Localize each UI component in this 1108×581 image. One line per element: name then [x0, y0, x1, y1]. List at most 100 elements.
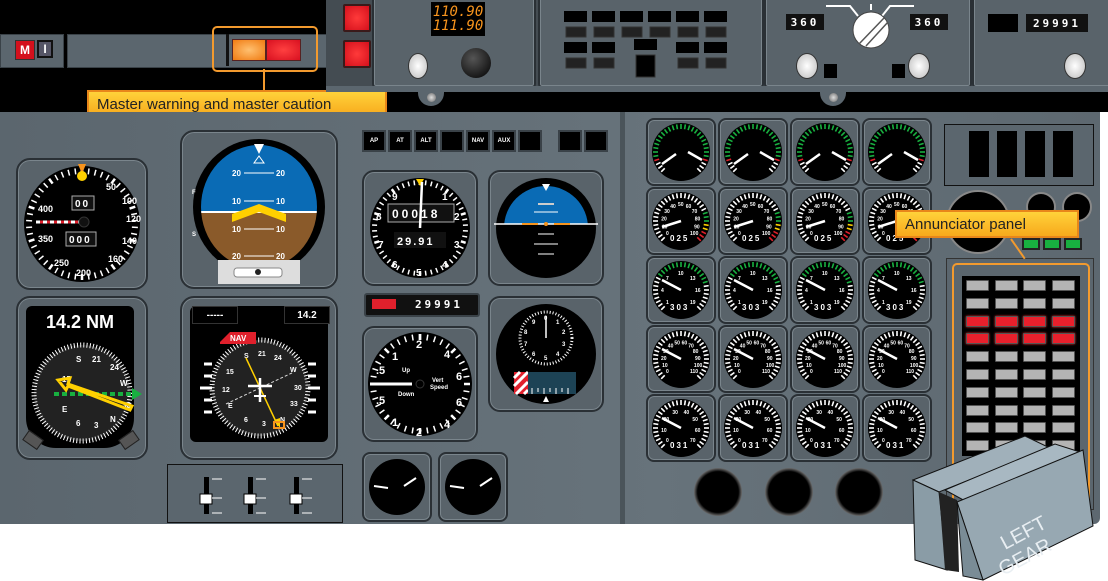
svg-text:.5: .5 — [376, 365, 385, 377]
annunciator-light[interactable] — [1051, 368, 1075, 380]
gauge-tick-label: 40 — [740, 343, 746, 349]
gauge-tick-label: 80 — [765, 349, 771, 355]
aux-button[interactable]: AUX — [492, 130, 516, 152]
gauge-tick-label: 40 — [668, 343, 674, 349]
gauge-tick — [725, 215, 731, 219]
clock-right-dial — [445, 459, 501, 515]
red-warning-light-1[interactable] — [343, 4, 371, 32]
gauge-tick-label: 90 — [838, 224, 844, 230]
left-course-knob[interactable] — [796, 53, 818, 79]
gauge-tick-label: 110 — [762, 369, 770, 375]
transfer-button[interactable] — [461, 48, 491, 78]
tick-mark — [74, 168, 77, 175]
engine-gauge-n2: 1 4 7 10 13 16 19 303 — [718, 256, 788, 324]
annunciator-light[interactable] — [1023, 351, 1046, 363]
gauge-tick — [683, 331, 687, 337]
annunciator-light[interactable] — [1051, 297, 1075, 309]
vertical-speed-indicator: 2 4 6 6 4 2 1 .5 .5 1 Up Down Vert Speed — [362, 326, 478, 442]
green-light-2[interactable] — [1043, 238, 1061, 250]
mach-counter: 00 — [75, 199, 90, 210]
tick-mark — [463, 375, 470, 378]
annunciator-light[interactable] — [994, 368, 1018, 380]
annunciator-light[interactable] — [1051, 386, 1075, 398]
annunciator-light-active[interactable] — [1051, 315, 1075, 327]
gauge-tick-label: 10 — [878, 363, 884, 369]
annunciator-light[interactable] — [966, 280, 989, 291]
gauge-tick-label: 10 — [662, 363, 668, 369]
ap-button[interactable]: AP — [362, 130, 386, 152]
annunciator-light-active[interactable] — [1023, 333, 1046, 345]
left-gear-button[interactable]: LEFT GEAR — [905, 430, 1108, 581]
annunciator-light[interactable] — [1023, 368, 1046, 380]
nav-button[interactable]: NAV — [466, 130, 490, 152]
gauge-tick-label: 30 — [672, 410, 678, 416]
gauge-tick-label: 1 — [882, 300, 885, 306]
gauge-tick — [653, 223, 659, 227]
gauge-tick-label: 30 — [736, 209, 742, 215]
gauge-tick — [775, 361, 781, 365]
annunciator-callout-text: Annunciator panel — [905, 215, 1026, 233]
tick-mark — [372, 235, 378, 238]
svg-text:120: 120 — [126, 214, 141, 224]
annunciator-light[interactable] — [1051, 404, 1075, 416]
gauge-tick — [653, 353, 659, 357]
gauge-tick — [703, 284, 709, 288]
annunciator-light[interactable] — [994, 404, 1018, 416]
annunciator-light[interactable] — [966, 351, 989, 363]
annunciator-light[interactable] — [994, 297, 1018, 309]
annunciator-light-active[interactable] — [1051, 333, 1075, 345]
annunciator-light-active[interactable] — [966, 333, 989, 345]
gauge-tick-label: 10 — [733, 428, 739, 434]
annunciator-light[interactable] — [994, 280, 1018, 291]
frequency-knob[interactable] — [408, 53, 428, 79]
blank-button-1[interactable] — [440, 130, 464, 152]
green-light-3[interactable] — [1064, 238, 1082, 250]
annunciator-light[interactable] — [966, 404, 989, 416]
svg-text:100: 100 — [122, 196, 137, 206]
annunciator-light[interactable] — [966, 297, 989, 309]
gauge-tick — [869, 284, 875, 288]
alt-button[interactable]: ALT — [414, 130, 438, 152]
i-button[interactable]: I — [37, 40, 53, 58]
annunciator-light-active[interactable] — [994, 315, 1018, 327]
annunciator-light[interactable] — [966, 386, 989, 398]
gauge-tick-label: 1 — [666, 300, 669, 306]
gauge-tick-label: 0 — [810, 369, 813, 375]
svg-text:7: 7 — [378, 240, 384, 251]
blank-button-4[interactable] — [584, 130, 608, 152]
annunciator-light[interactable] — [1023, 386, 1046, 398]
green-light-1[interactable] — [1022, 238, 1040, 250]
right-course-knob[interactable] — [908, 53, 930, 79]
annunciator-light-active[interactable] — [994, 333, 1018, 345]
mcp-buttons-svg[interactable] — [564, 11, 746, 81]
blank-button-3[interactable] — [558, 130, 582, 152]
annunciator-light-active[interactable] — [966, 315, 989, 327]
annunciator-light[interactable] — [1051, 351, 1075, 363]
annunciator-light[interactable] — [1023, 297, 1046, 309]
svg-text:1: 1 — [392, 351, 398, 363]
red-warning-light-2[interactable] — [343, 40, 371, 68]
gauge-tick — [755, 124, 759, 130]
clock-left — [362, 452, 432, 522]
altitude-knob[interactable] — [1064, 53, 1086, 79]
annunciator-light[interactable] — [994, 386, 1018, 398]
gauge-tick — [869, 223, 875, 227]
annunciator-light[interactable] — [1023, 280, 1046, 291]
selector-knob[interactable] — [826, 0, 916, 54]
annunciator-light[interactable] — [1023, 404, 1046, 416]
svg-text:S: S — [76, 355, 82, 364]
m-button[interactable]: M — [15, 40, 35, 60]
annunciator-light[interactable] — [966, 368, 989, 380]
annunciator-light[interactable] — [994, 351, 1018, 363]
annunciator-light[interactable] — [1051, 280, 1075, 291]
annunciator-light-active[interactable] — [1023, 315, 1046, 327]
gauge-tick — [703, 292, 709, 296]
engine-gauge-n2: 1 4 7 10 13 16 19 303 — [790, 256, 860, 324]
blank-button-2[interactable] — [518, 130, 542, 152]
at-button[interactable]: AT — [388, 130, 412, 152]
gauge-tick-label: 60 — [826, 340, 832, 346]
gauge-tick — [683, 193, 687, 199]
gauge-tick-label: 10 — [806, 363, 812, 369]
trim-sliders[interactable] — [168, 465, 342, 522]
tick-mark — [462, 235, 468, 238]
